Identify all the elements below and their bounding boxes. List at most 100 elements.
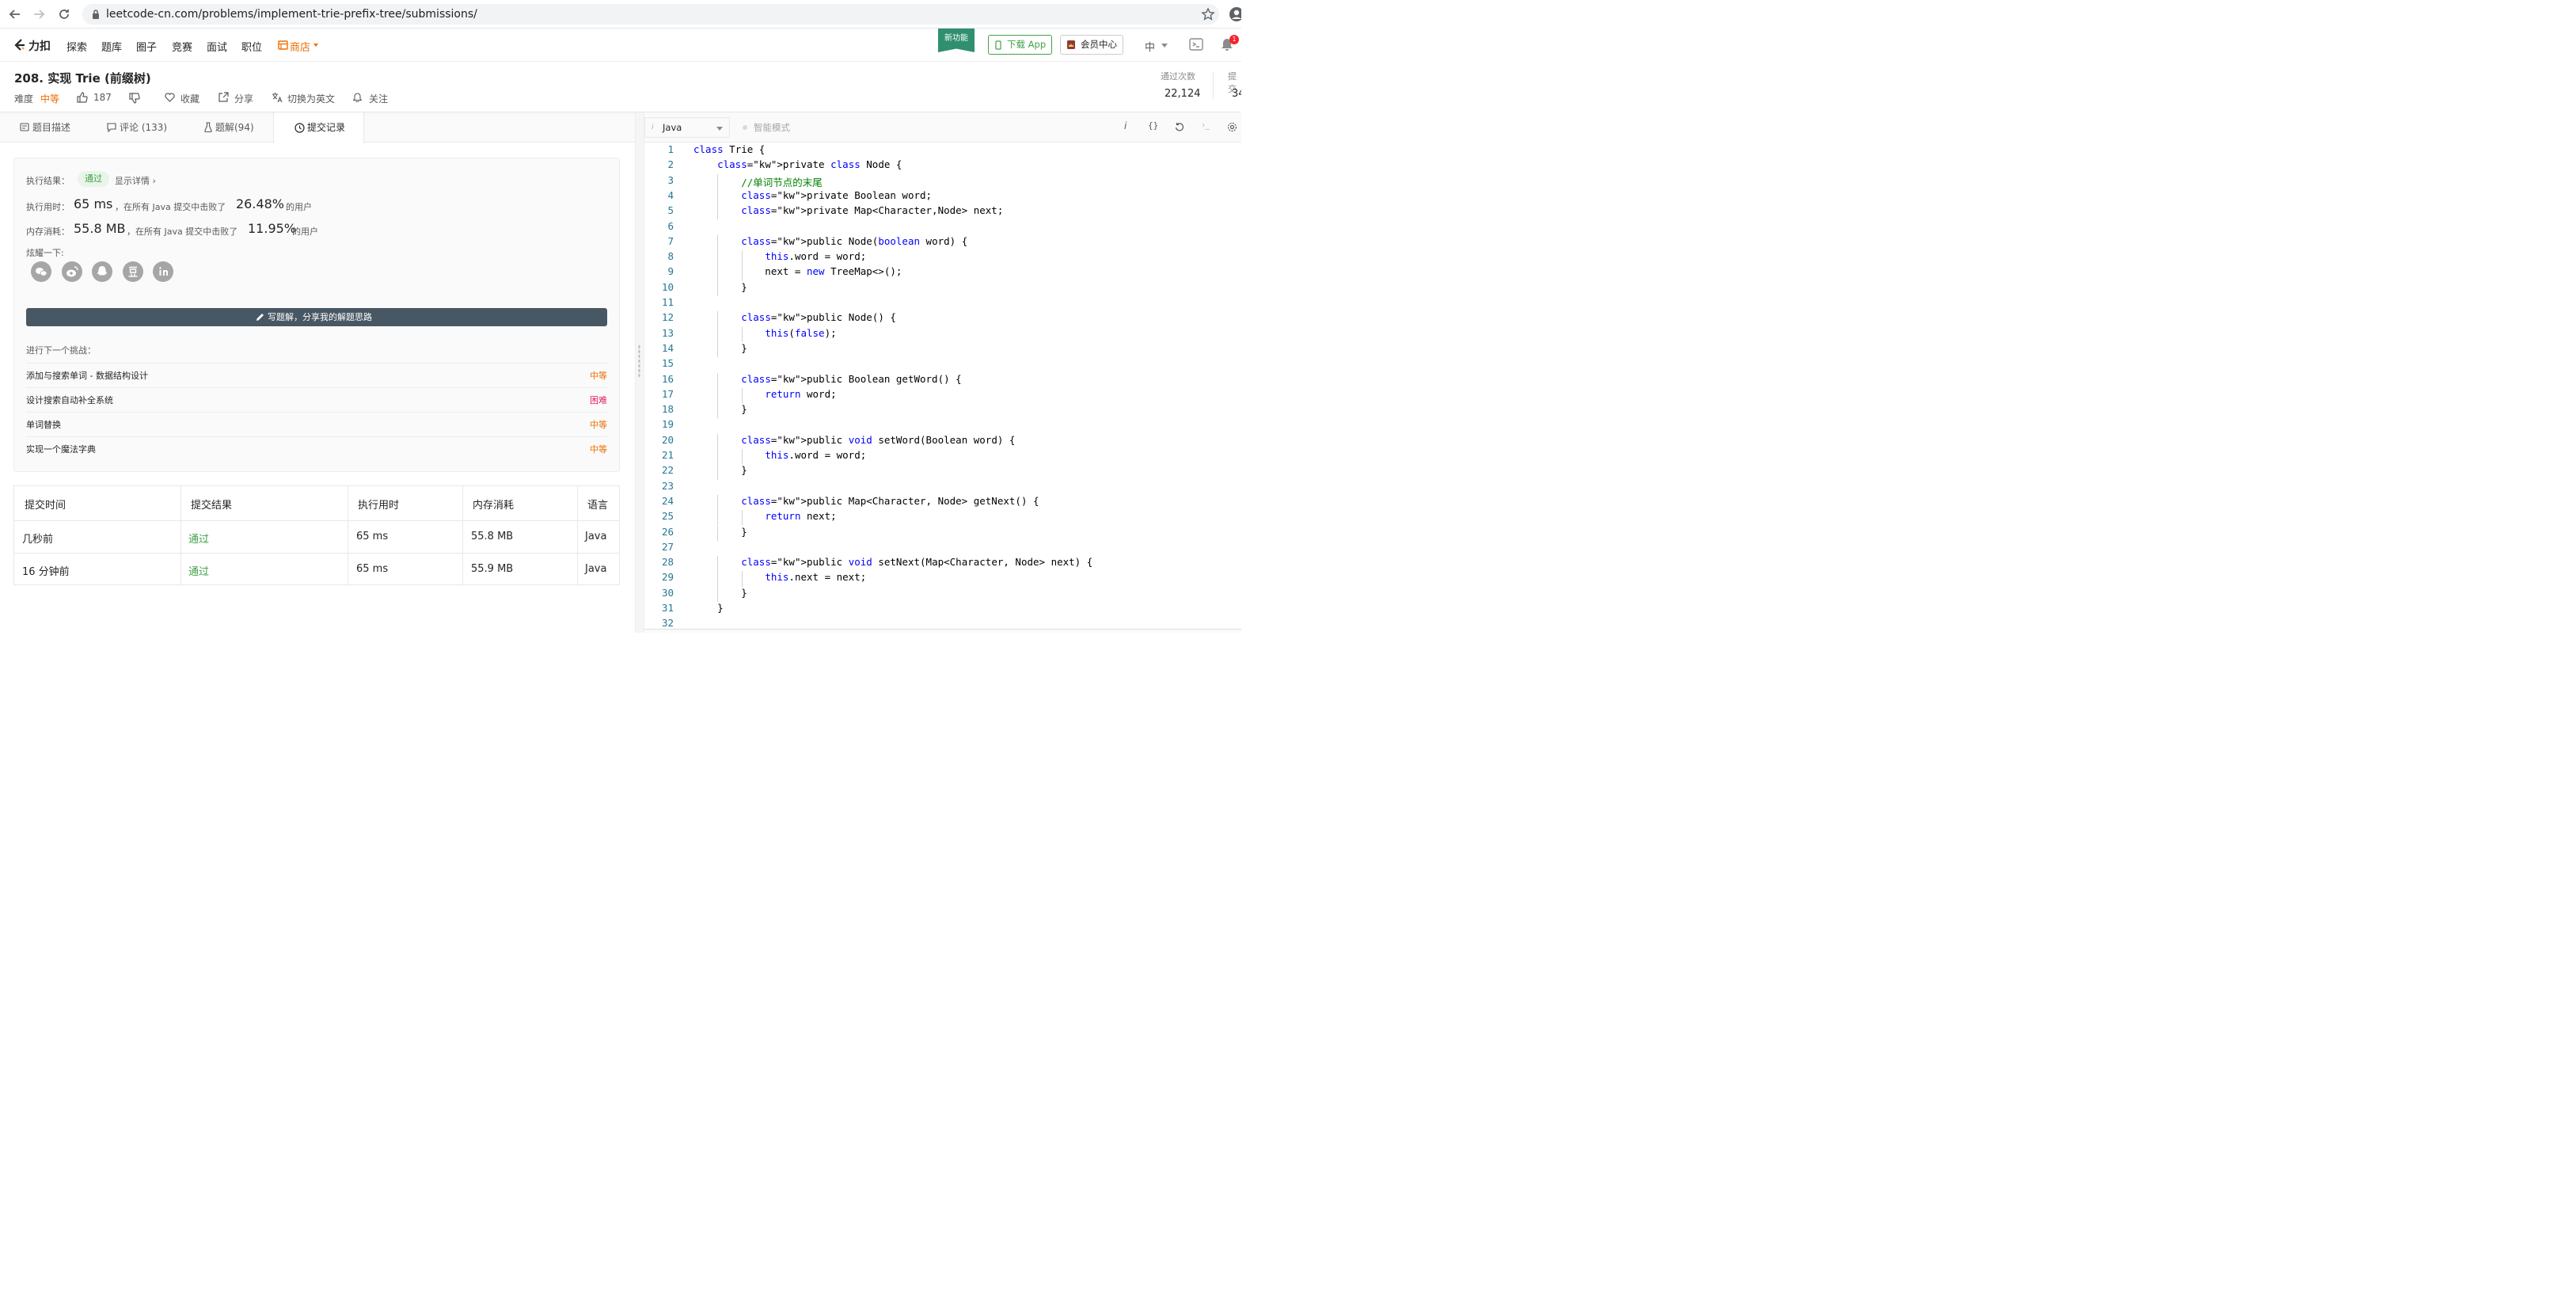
logo-text[interactable]: 力扣 bbox=[28, 38, 51, 54]
nav-store[interactable]: 商店 bbox=[290, 39, 310, 54]
row-result-link[interactable]: 通过 bbox=[188, 563, 209, 578]
problem-title: 208. 实现 Trie (前缀树) bbox=[14, 71, 151, 86]
code-line[interactable]: } bbox=[693, 526, 747, 538]
comment-icon bbox=[107, 123, 116, 133]
line-number: 19 bbox=[661, 418, 674, 431]
favorite-button[interactable]: 收藏 bbox=[180, 92, 199, 105]
code-line[interactable]: this.word = word; bbox=[693, 250, 866, 262]
code-line[interactable]: class="kw">public Node() { bbox=[693, 311, 896, 323]
favorite-heart-icon[interactable] bbox=[165, 93, 175, 102]
new-feature-ribbon[interactable]: 新功能 bbox=[938, 29, 975, 53]
tab-description[interactable]: 题目描述 bbox=[0, 112, 90, 143]
col-header-language[interactable]: 语言 bbox=[587, 497, 608, 512]
nav-contest[interactable]: 竞赛 bbox=[172, 39, 192, 54]
vip-center-button[interactable]: 会员中心 bbox=[1060, 35, 1124, 55]
like-icon[interactable] bbox=[77, 92, 88, 103]
translate-icon[interactable] bbox=[272, 92, 283, 103]
bookmark-star-icon[interactable] bbox=[1201, 7, 1215, 21]
clock-icon bbox=[294, 123, 305, 133]
douban-icon[interactable] bbox=[123, 261, 144, 283]
code-line[interactable]: class="kw">public Node(boolean word) { bbox=[693, 235, 967, 247]
col-header-result[interactable]: 提交结果 bbox=[191, 497, 232, 512]
playground-icon[interactable] bbox=[1189, 38, 1203, 51]
settings-gear-icon[interactable] bbox=[1227, 122, 1237, 132]
code-line[interactable]: class="kw">public void setNext(Map<Chara… bbox=[693, 556, 1092, 568]
forward-icon[interactable] bbox=[32, 7, 46, 21]
nav-circle[interactable]: 圈子 bbox=[136, 39, 157, 54]
code-line[interactable]: return word; bbox=[693, 388, 836, 400]
info-button-icon[interactable]: i bbox=[1124, 120, 1127, 131]
code-line[interactable]: class="kw">private Boolean word; bbox=[693, 189, 932, 201]
code-line[interactable]: next = new TreeMap<>(); bbox=[693, 265, 902, 277]
tab-submissions[interactable]: 提交记录 bbox=[273, 112, 365, 144]
code-line[interactable]: class="kw">private class Node { bbox=[693, 158, 902, 170]
qq-icon[interactable] bbox=[92, 261, 113, 283]
code-line[interactable]: class="kw">public Boolean getWord() { bbox=[693, 373, 961, 385]
line-number: 6 bbox=[667, 219, 674, 232]
smart-mode-toggle[interactable]: 智能模式 bbox=[754, 121, 790, 134]
profile-icon[interactable] bbox=[1229, 6, 1241, 22]
line-number: 28 bbox=[661, 556, 674, 569]
splitter-handle[interactable] bbox=[638, 344, 641, 379]
switch-english-button[interactable]: 切换为英文 bbox=[287, 92, 335, 105]
share-icon[interactable] bbox=[218, 92, 229, 102]
follow-bell-icon[interactable] bbox=[353, 93, 363, 103]
code-line[interactable]: this.word = word; bbox=[693, 449, 866, 461]
code-line[interactable]: class="kw">public void setWord(Boolean w… bbox=[693, 434, 1015, 446]
next-challenge-row[interactable]: 设计搜索自动补全系统 困难 bbox=[26, 387, 607, 412]
code-line[interactable]: return next; bbox=[693, 510, 836, 522]
console-icon[interactable]: ›_ bbox=[1202, 120, 1210, 130]
show-details-link[interactable]: 显示详情 › bbox=[115, 174, 156, 187]
code-line[interactable]: //单词节点的末尾 bbox=[693, 174, 823, 189]
code-line[interactable]: } bbox=[693, 281, 747, 293]
code-line[interactable]: } bbox=[693, 602, 724, 614]
tab-description-label: 题目描述 bbox=[32, 122, 71, 134]
tab-solutions[interactable]: 题解(94) bbox=[180, 112, 273, 143]
code-line[interactable]: } bbox=[693, 464, 747, 476]
nav-jobs[interactable]: 职位 bbox=[241, 39, 262, 54]
row-result-link[interactable]: 通过 bbox=[188, 531, 209, 546]
code-line[interactable]: class="kw">public Map<Character, Node> g… bbox=[693, 495, 1039, 507]
memory-tail: 的用户 bbox=[292, 226, 319, 238]
format-braces-icon[interactable]: {} bbox=[1148, 120, 1158, 131]
language-select[interactable]: i Java bbox=[644, 117, 731, 139]
wechat-icon[interactable] bbox=[31, 261, 52, 283]
nav-interview[interactable]: 面试 bbox=[207, 39, 227, 54]
code-line[interactable]: class="kw">private Map<Character,Node> n… bbox=[693, 204, 1003, 216]
write-solution-label: 写题解，分享我的解题思路 bbox=[268, 312, 373, 323]
line-number: 10 bbox=[661, 280, 674, 293]
col-header-memory[interactable]: 内存消耗 bbox=[473, 497, 514, 512]
follow-button[interactable]: 关注 bbox=[369, 92, 388, 105]
download-app-button[interactable]: 下载 App bbox=[988, 35, 1053, 55]
next-challenge-row[interactable]: 实现一个魔法字典 中等 bbox=[26, 436, 607, 461]
code-line[interactable]: this(false); bbox=[693, 327, 836, 339]
nav-explore[interactable]: 探索 bbox=[66, 39, 87, 54]
write-solution-button[interactable]: 写题解，分享我的解题思路 bbox=[26, 308, 608, 327]
col-header-time[interactable]: 提交时间 bbox=[25, 497, 66, 512]
weibo-icon[interactable] bbox=[62, 261, 83, 283]
next-challenge-row[interactable]: 单词替换 中等 bbox=[26, 412, 607, 436]
nav-problemset[interactable]: 题库 bbox=[101, 39, 122, 54]
address-bar[interactable]: leetcode-cn.com/problems/implement-trie-… bbox=[82, 4, 1220, 25]
dislike-icon[interactable] bbox=[129, 93, 140, 104]
table-col-divider bbox=[462, 486, 464, 585]
indent-guide bbox=[741, 449, 743, 465]
reset-icon[interactable] bbox=[1175, 122, 1184, 131]
next-challenge-row[interactable]: 添加与搜索单词 - 数据结构设计 中等 bbox=[26, 363, 607, 387]
tab-comments[interactable]: 评论 (133) bbox=[90, 112, 180, 143]
code-line[interactable]: } bbox=[693, 342, 747, 354]
code-line[interactable]: class Trie { bbox=[693, 143, 765, 155]
linkedin-icon[interactable] bbox=[153, 261, 174, 283]
back-icon[interactable] bbox=[8, 7, 22, 21]
share-button[interactable]: 分享 bbox=[234, 92, 253, 105]
col-header-runtime[interactable]: 执行用时 bbox=[358, 497, 399, 512]
code-line[interactable]: this.next = next; bbox=[693, 571, 866, 583]
indent-guide bbox=[717, 464, 719, 480]
line-number: 16 bbox=[661, 372, 674, 385]
lang-switcher[interactable]: 中 bbox=[1145, 39, 1155, 54]
leetcode-logo-icon[interactable] bbox=[13, 38, 26, 52]
code-line[interactable]: } bbox=[693, 403, 747, 415]
reload-icon[interactable] bbox=[57, 7, 71, 21]
code-line[interactable]: } bbox=[693, 587, 747, 599]
line-number: 21 bbox=[661, 449, 674, 462]
